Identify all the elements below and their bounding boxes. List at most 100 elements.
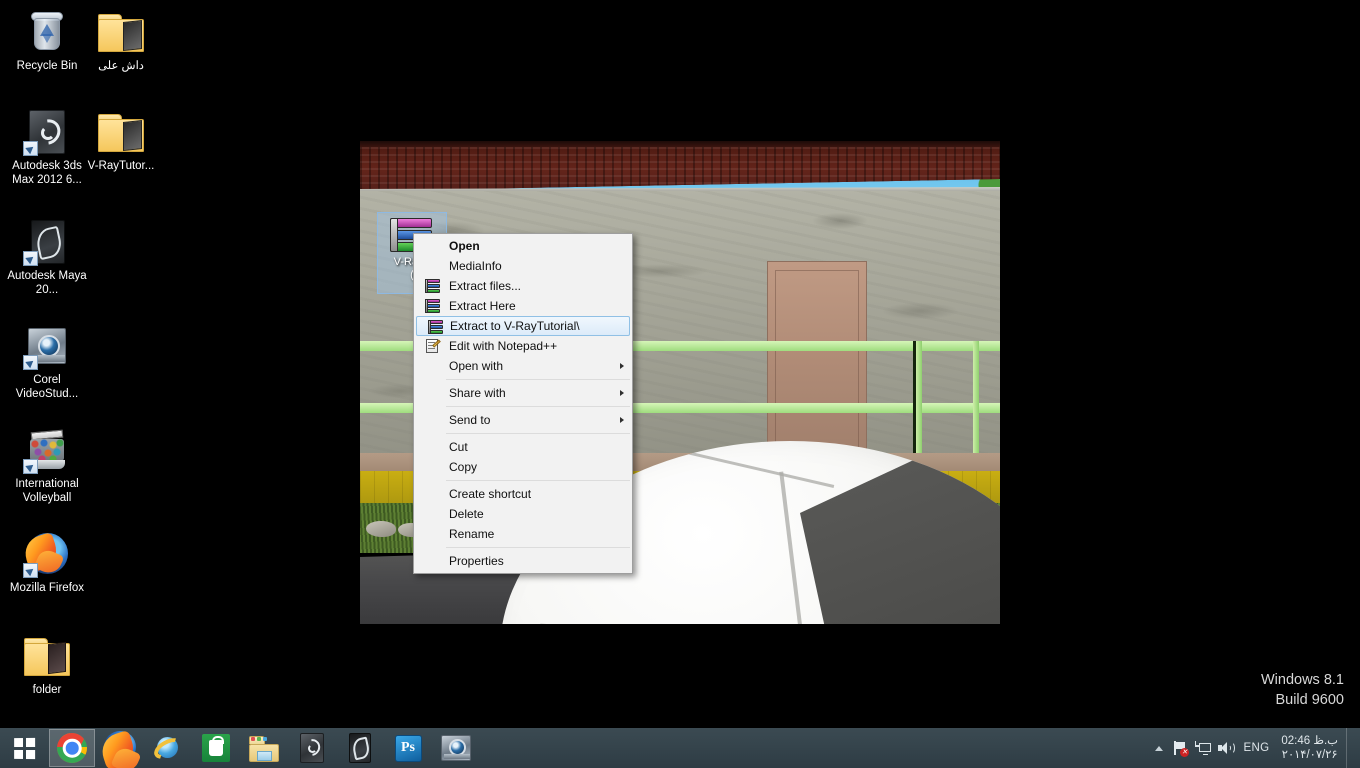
context-menu-label: Edit with Notepad++ bbox=[449, 339, 558, 353]
autodesk-maya-icon bbox=[23, 218, 71, 266]
desktop-icon-label: Autodesk Maya 20... bbox=[7, 270, 87, 296]
language-indicator[interactable]: ENG bbox=[1236, 742, 1278, 754]
winrar-icon bbox=[425, 298, 441, 314]
wallpaper-stone bbox=[366, 521, 396, 537]
context-menu-label: Extract files... bbox=[449, 279, 522, 293]
desktop-icon-label: V-RayTutor... bbox=[87, 160, 155, 172]
clock[interactable]: 02:46 ب.ظ ۲۰۱۴/۰۷/۲۶ bbox=[1277, 734, 1346, 762]
folder-open-icon bbox=[23, 632, 71, 680]
photoshop-icon: Ps bbox=[394, 734, 422, 762]
context-menu-item-open[interactable]: Open bbox=[414, 236, 632, 256]
context-menu-item-rename[interactable]: Rename bbox=[414, 524, 632, 544]
firefox-icon bbox=[20, 530, 71, 578]
context-menu-label: Open with bbox=[449, 359, 504, 373]
context-menu-item-edit-with-notepadpp[interactable]: Edit with Notepad++ bbox=[414, 336, 632, 356]
context-menu-label: Share with bbox=[449, 386, 506, 400]
desktop-icon-label: International Volleyball bbox=[15, 478, 79, 504]
desktop-icon-vray-tutorial-folder[interactable]: V-RayTutor... bbox=[78, 108, 164, 174]
context-menu-label: Properties bbox=[449, 554, 504, 568]
firefox-icon bbox=[97, 729, 142, 768]
context-menu-item-mediainfo[interactable]: MediaInfo bbox=[414, 256, 632, 276]
desktop-icon-corel-videostudio[interactable]: Corel VideoStud... bbox=[4, 322, 90, 401]
context-menu-label: Cut bbox=[449, 440, 468, 454]
context-menu-item-copy[interactable]: Copy bbox=[414, 457, 632, 477]
context-menu-item-create-shortcut[interactable]: Create shortcut bbox=[414, 484, 632, 504]
watermark-line-1: Windows 8.1 bbox=[1260, 672, 1344, 688]
taskbar-button-chrome[interactable] bbox=[49, 729, 95, 767]
action-center-icon[interactable]: ✕ bbox=[1170, 733, 1192, 763]
context-menu-separator bbox=[416, 480, 630, 481]
winrar-icon bbox=[428, 319, 444, 335]
desktop-icon-label: Corel VideoStud... bbox=[15, 374, 79, 400]
chevron-right-icon bbox=[620, 390, 624, 396]
taskbar-button-file-explorer[interactable] bbox=[241, 729, 287, 767]
show-desktop-button[interactable] bbox=[1346, 728, 1354, 768]
recycle-bin-icon bbox=[23, 8, 71, 56]
wallpaper-roof-ridge bbox=[360, 141, 1000, 147]
chevron-right-icon bbox=[620, 417, 624, 423]
desktop-icon-label: Mozilla Firefox bbox=[9, 582, 85, 594]
shortcut-arrow-icon bbox=[23, 141, 38, 156]
context-menu-item-properties[interactable]: Properties bbox=[414, 551, 632, 571]
shortcut-arrow-icon bbox=[23, 251, 38, 266]
shortcut-arrow-icon bbox=[23, 459, 38, 474]
speaker-icon bbox=[1217, 741, 1235, 755]
windows-logo-icon bbox=[13, 737, 35, 759]
volume-icon[interactable] bbox=[1214, 733, 1236, 763]
flag-icon: ✕ bbox=[1173, 740, 1190, 757]
context-menu-item-extract-here[interactable]: Extract Here bbox=[414, 296, 632, 316]
desktop[interactable]: Recycle Bin داش على Autodesk 3ds Max 201… bbox=[0, 0, 1360, 768]
context-menu-label: MediaInfo bbox=[449, 259, 502, 273]
desktop-icon-daash-ali[interactable]: داش على bbox=[78, 8, 164, 74]
system-tray[interactable]: ✕ ENG 02:46 ب.ظ ۲۰۱۴/۰۷/۲۶ bbox=[1148, 728, 1360, 768]
taskbar[interactable]: Ps ✕ ENG 02:46 ب.ظ ۲۰۱۴/۰۷/۲۶ bbox=[0, 728, 1360, 768]
context-menu-separator bbox=[416, 433, 630, 434]
context-menu-label: Copy bbox=[449, 460, 478, 474]
taskbar-button-internet-explorer[interactable] bbox=[145, 729, 191, 767]
taskbar-button-3ds-max[interactable] bbox=[289, 729, 335, 767]
chevron-right-icon bbox=[620, 363, 624, 369]
taskbar-button-photoshop[interactable]: Ps bbox=[385, 729, 431, 767]
context-menu-item-extract-files[interactable]: Extract files... bbox=[414, 276, 632, 296]
desktop-icon-firefox[interactable]: Mozilla Firefox bbox=[4, 530, 90, 596]
context-menu-separator bbox=[416, 547, 630, 548]
shortcut-arrow-icon bbox=[23, 355, 38, 370]
context-menu-label: Create shortcut bbox=[449, 487, 532, 501]
context-menu-label: Rename bbox=[449, 527, 495, 541]
start-button[interactable] bbox=[0, 728, 48, 768]
desktop-icon-maya[interactable]: Autodesk Maya 20... bbox=[4, 218, 90, 297]
watermark-line-2: Build 9600 bbox=[1275, 692, 1344, 708]
chevron-up-icon bbox=[1154, 745, 1163, 751]
context-menu-item-cut[interactable]: Cut bbox=[414, 437, 632, 457]
context-menu-label: Delete bbox=[449, 507, 484, 521]
taskbar-button-corel-videostudio[interactable] bbox=[433, 729, 479, 767]
network-icon[interactable] bbox=[1192, 733, 1214, 763]
folder-icon bbox=[97, 8, 145, 56]
desktop-icon-label: folder bbox=[32, 684, 62, 696]
notepadpp-icon bbox=[425, 338, 441, 354]
context-menu-item-share-with[interactable]: Share with bbox=[414, 383, 632, 403]
desktop-icon-folder[interactable]: folder bbox=[4, 632, 90, 698]
clock-time: 02:46 ب.ظ bbox=[1281, 735, 1338, 747]
context-menu-item-delete[interactable]: Delete bbox=[414, 504, 632, 524]
desktop-icon-label: داش على bbox=[98, 60, 144, 72]
internet-explorer-icon bbox=[150, 733, 186, 764]
context-menu-item-extract-to-folder[interactable]: Extract to V-RayTutorial\ bbox=[416, 316, 630, 336]
context-menu-label: Open bbox=[449, 239, 480, 253]
context-menu[interactable]: Open MediaInfo Extract files... Extract … bbox=[413, 233, 633, 574]
context-menu-separator bbox=[416, 379, 630, 380]
taskbar-button-store[interactable] bbox=[193, 729, 239, 767]
context-menu-item-send-to[interactable]: Send to bbox=[414, 410, 632, 430]
context-menu-item-open-with[interactable]: Open with bbox=[414, 356, 632, 376]
context-menu-label: Send to bbox=[449, 413, 491, 427]
taskbar-button-firefox[interactable] bbox=[97, 729, 143, 768]
wallpaper-door bbox=[767, 261, 867, 461]
show-hidden-icons-button[interactable] bbox=[1148, 733, 1170, 763]
autodesk-3ds-max-icon bbox=[297, 733, 327, 763]
context-menu-separator bbox=[416, 406, 630, 407]
taskbar-button-maya[interactable] bbox=[337, 729, 383, 767]
context-menu-label: Extract Here bbox=[449, 299, 516, 313]
network-monitor-icon bbox=[1194, 741, 1211, 755]
winrar-icon bbox=[425, 278, 441, 294]
desktop-icon-international-volleyball[interactable]: International Volleyball bbox=[4, 426, 90, 505]
